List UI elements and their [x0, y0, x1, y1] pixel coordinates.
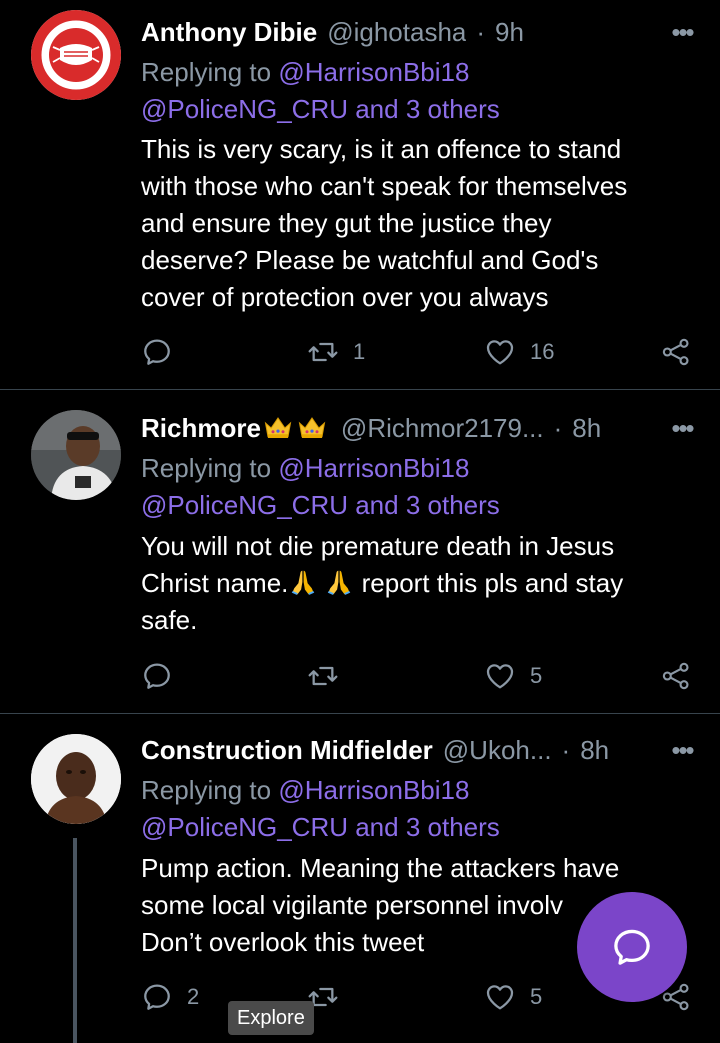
mention-others-link[interactable]: @PoliceNG_CRU and 3 others [141, 809, 700, 846]
share-button[interactable] [660, 656, 692, 696]
heart-icon [484, 336, 516, 368]
reply-icon [141, 660, 173, 692]
mention-link[interactable]: @HarrisonBbi18 [278, 57, 469, 87]
retweet-icon [307, 336, 339, 368]
display-name[interactable]: Anthony Dibie [141, 17, 317, 48]
tweet-header: Anthony Dibie @ighotasha · 9h ••• [141, 16, 700, 48]
replying-to: Replying to @HarrisonBbi18 @PoliceNG_CRU… [141, 772, 700, 846]
crown-emoji [263, 413, 293, 443]
tweet-2[interactable]: Richmore @Richmor2179... · 8h ••• Replyi… [0, 390, 720, 713]
reply-icon [141, 336, 173, 368]
like-button[interactable]: 5 [484, 977, 542, 1017]
user-handle[interactable]: @ighotasha [327, 17, 466, 48]
tweet-text: This is very scary, is it an offence to … [141, 131, 688, 316]
like-count: 5 [530, 663, 543, 688]
covid-mask-logo [31, 10, 121, 100]
heart-icon [484, 660, 516, 692]
tweet-text-segment: Christ name. [141, 568, 289, 598]
tweet-text: You will not die premature death in Jesu… [141, 528, 688, 639]
like-count: 5 [530, 984, 543, 1009]
timestamp[interactable]: 8h [572, 413, 601, 444]
more-options-icon[interactable]: ••• [664, 16, 700, 48]
reply-button[interactable] [141, 332, 173, 372]
thread-connector-line [73, 838, 77, 1043]
separator: · [476, 16, 486, 47]
tweet-text-segment: report this pls and stay [354, 568, 624, 598]
crown-emoji [297, 413, 327, 443]
tweet-text-line: deserve? Please be watchful and God's [141, 245, 599, 275]
tweet-actions: 1 16 [141, 332, 700, 372]
compose-reply-button[interactable] [577, 892, 687, 1002]
like-button[interactable]: 16 [484, 332, 554, 372]
profile-photo [31, 410, 121, 500]
tweet-text-line-2: Christ name. report this pls and stay [141, 565, 688, 602]
tweet-text-line: with those who can't speak for themselve… [141, 171, 628, 201]
tweet-1[interactable]: Anthony Dibie @ighotasha · 9h ••• Replyi… [0, 0, 720, 388]
replying-to: Replying to @HarrisonBbi18 @PoliceNG_CRU… [141, 54, 700, 128]
tweet-actions: 5 [141, 656, 700, 696]
avatar-construction-midfielder[interactable] [31, 734, 121, 824]
avatar-anthony-dibie[interactable] [31, 10, 121, 100]
share-button[interactable] [660, 332, 692, 372]
user-handle[interactable]: @Ukoh... [443, 735, 552, 766]
timestamp[interactable]: 8h [580, 735, 609, 766]
replying-to: Replying to @HarrisonBbi18 @PoliceNG_CRU… [141, 450, 700, 524]
mention-link[interactable]: @HarrisonBbi18 [278, 775, 469, 805]
display-name[interactable]: Construction Midfielder [141, 735, 433, 766]
tweet-header: Construction Midfielder @Ukoh... · 8h ••… [141, 734, 700, 766]
tweet-text-line: cover of protection over you always [141, 282, 549, 312]
separator: · [553, 412, 563, 443]
replying-to-label: Replying to [141, 57, 272, 87]
mention-others-link[interactable]: @PoliceNG_CRU and 3 others [141, 487, 700, 524]
mention-others-link[interactable]: @PoliceNG_CRU and 3 others [141, 91, 700, 128]
reply-button[interactable]: 2 [141, 977, 199, 1017]
tweet-text-line: and ensure they gut the justice they [141, 208, 552, 238]
mention-link[interactable]: @HarrisonBbi18 [278, 453, 469, 483]
compose-reply-icon [614, 929, 650, 965]
heart-icon [484, 981, 516, 1013]
separator: · [561, 734, 571, 765]
explore-tooltip: Explore [228, 1001, 314, 1035]
tweet-header: Richmore @Richmor2179... · 8h ••• [141, 412, 700, 444]
reply-count: 2 [187, 984, 200, 1009]
share-icon [660, 660, 692, 692]
reply-icon [141, 981, 173, 1013]
replying-to-label: Replying to [141, 453, 272, 483]
more-options-icon[interactable]: ••• [664, 412, 700, 444]
tweet-text-line: Pump action. Meaning the attackers have [141, 853, 620, 883]
tweet-text-line: You will not die premature death in Jesu… [141, 531, 615, 561]
share-icon [660, 336, 692, 368]
tweet-text-line: safe. [141, 605, 198, 635]
user-handle[interactable]: @Richmor2179... [341, 413, 544, 444]
profile-photo [31, 734, 121, 824]
tweet-text-line: This is very scary, is it an offence to … [141, 134, 622, 164]
retweet-count: 1 [353, 339, 366, 364]
reply-button[interactable] [141, 656, 173, 696]
timestamp[interactable]: 9h [495, 17, 524, 48]
avatar-richmore[interactable] [31, 410, 121, 500]
retweet-icon [307, 660, 339, 692]
retweet-button[interactable]: 1 [307, 332, 365, 372]
like-button[interactable]: 5 [484, 656, 542, 696]
retweet-button[interactable] [307, 656, 339, 696]
more-options-icon[interactable]: ••• [664, 734, 700, 766]
like-count: 16 [530, 339, 555, 364]
folded-hands-emoji [288, 567, 318, 597]
replying-to-label: Replying to [141, 775, 272, 805]
display-name[interactable]: Richmore [141, 413, 261, 444]
folded-hands-emoji [324, 567, 354, 597]
